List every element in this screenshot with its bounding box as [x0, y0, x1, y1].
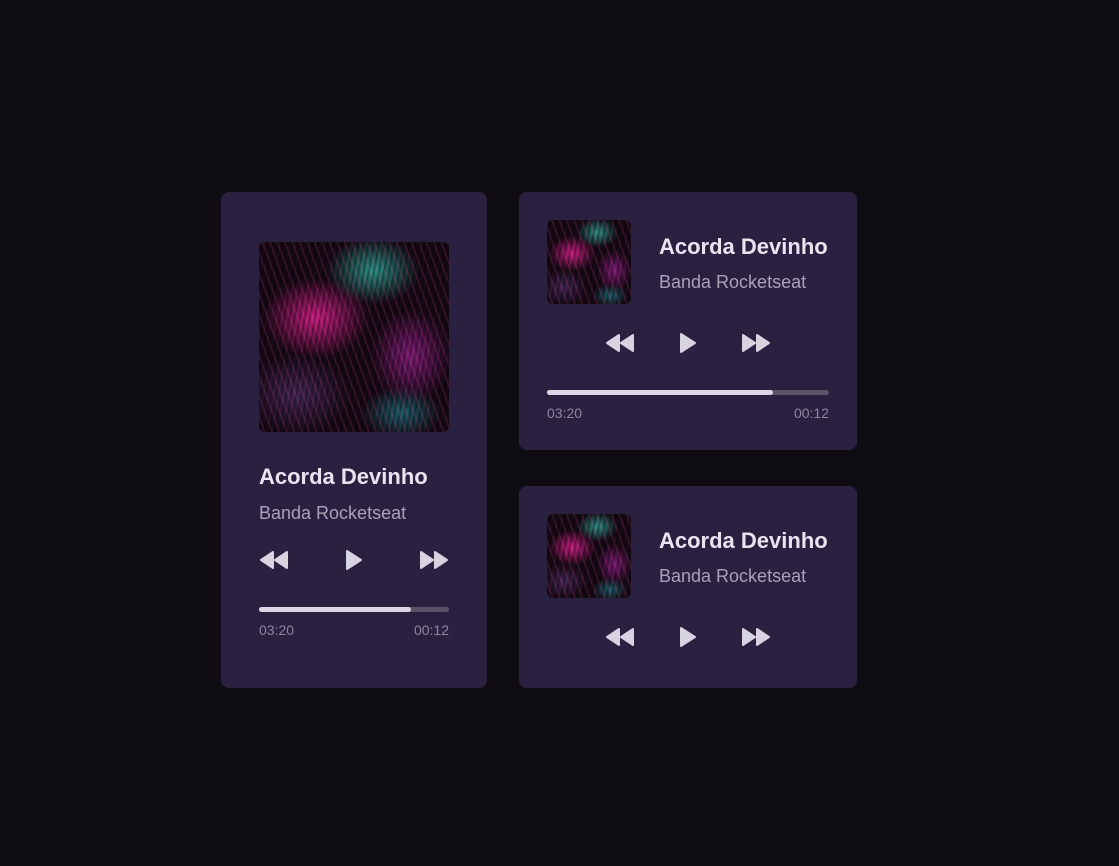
time-current: 03:20 [259, 622, 295, 638]
rewind-icon [606, 334, 634, 352]
artist-name: Banda Rocketseat [259, 503, 407, 523]
player-card-mini: Acorda Devinho Banda Rocketseat [519, 486, 857, 688]
previous-button[interactable] [605, 331, 635, 355]
play-button[interactable] [339, 548, 369, 572]
song-title: Acorda Devinho [659, 234, 828, 259]
page: Acorda Devinho Banda Rocketseat 03:20 00… [0, 0, 1119, 866]
time-total: 00:12 [413, 622, 449, 638]
album-cover [547, 220, 631, 304]
progress-bar[interactable] [259, 607, 449, 612]
play-button[interactable] [673, 625, 703, 649]
play-button[interactable] [673, 331, 703, 355]
album-cover [547, 514, 631, 598]
rewind-icon [606, 628, 634, 646]
previous-button[interactable] [259, 548, 289, 572]
progress-bar[interactable] [547, 390, 829, 395]
rewind-icon [260, 551, 288, 569]
next-button[interactable] [741, 331, 771, 355]
fast-forward-icon [742, 334, 770, 352]
artist-name: Banda Rocketseat [659, 566, 807, 586]
time-current: 03:20 [547, 405, 583, 421]
previous-button[interactable] [605, 625, 635, 649]
play-icon [680, 333, 696, 353]
next-button[interactable] [741, 625, 771, 649]
progress-fill [259, 607, 411, 612]
artist-name: Banda Rocketseat [659, 272, 807, 292]
album-cover [259, 242, 449, 432]
progress-fill [547, 390, 773, 395]
fast-forward-icon [742, 628, 770, 646]
next-button[interactable] [419, 548, 449, 572]
song-title: Acorda Devinho [259, 464, 428, 489]
fast-forward-icon [420, 551, 448, 569]
time-total: 00:12 [793, 405, 829, 421]
song-title: Acorda Devinho [659, 528, 828, 553]
player-card-large: Acorda Devinho Banda Rocketseat 03:20 00… [221, 192, 487, 688]
player-card-compact: Acorda Devinho Banda Rocketseat 03:20 00… [519, 192, 857, 450]
play-icon [680, 627, 696, 647]
play-icon [346, 550, 362, 570]
